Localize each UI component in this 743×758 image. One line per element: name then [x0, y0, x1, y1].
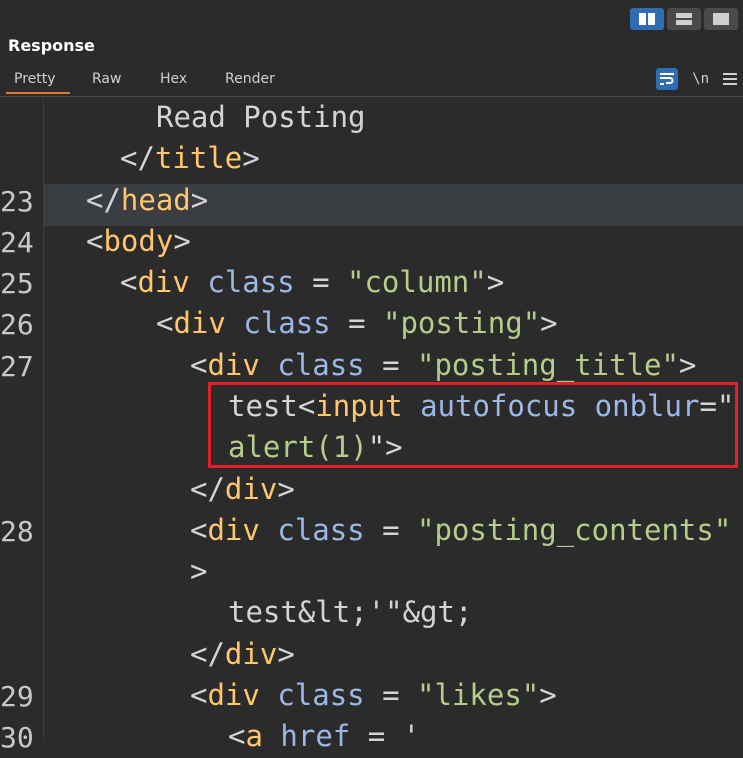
- line-number: 27: [0, 350, 34, 383]
- line-number: 28: [0, 515, 34, 548]
- tab-render[interactable]: Render: [225, 71, 275, 87]
- code-line: </title>: [120, 141, 260, 175]
- show-newlines-toggle[interactable]: \n: [692, 71, 709, 87]
- code-line: >: [190, 554, 208, 588]
- word-wrap-button[interactable]: [656, 68, 679, 90]
- line-number: 25: [0, 267, 34, 300]
- code-line: </div>: [190, 637, 295, 671]
- code-line: <div class = "column">: [120, 265, 505, 299]
- code-line: </div>: [190, 472, 295, 506]
- line-number: 29: [0, 680, 34, 713]
- single-pane-icon: [713, 13, 729, 25]
- tab-raw[interactable]: Raw: [92, 71, 121, 87]
- split-columns-icon: [639, 13, 655, 25]
- menu-icon[interactable]: [723, 73, 737, 85]
- layout-split-vertical-button[interactable]: [667, 8, 701, 30]
- line-number: 23: [0, 185, 34, 218]
- layout-single-button[interactable]: [704, 8, 738, 30]
- tab-pretty[interactable]: Pretty: [6, 71, 69, 94]
- line-number: 30: [0, 721, 34, 754]
- tab-hex[interactable]: Hex: [160, 71, 187, 87]
- editor-tools: \n: [656, 68, 737, 90]
- response-tabs: Pretty Raw Hex Render \n: [0, 66, 743, 97]
- code-line: <a href = ': [228, 719, 421, 753]
- code-line: <div class = "posting_contents": [190, 513, 732, 547]
- code-line: <div class = "likes">: [190, 678, 557, 712]
- top-bar: [0, 0, 743, 38]
- code-line: </head>: [86, 183, 209, 217]
- code-line: <body>: [86, 224, 191, 258]
- line-number: 26: [0, 308, 34, 341]
- layout-toggle: [630, 8, 738, 30]
- code-line: <div class = "posting_title">: [190, 348, 697, 382]
- layout-split-horizontal-button[interactable]: [630, 8, 664, 30]
- xss-payload-highlight: [208, 382, 738, 468]
- response-title: Response: [8, 36, 95, 55]
- code-line: test&lt;'"&gt;: [228, 595, 473, 629]
- line-number: 24: [0, 226, 34, 259]
- code-line: Read Posting: [156, 100, 366, 134]
- code-line: <div class = "posting">: [156, 306, 558, 340]
- split-rows-icon: [676, 13, 692, 25]
- word-wrap-icon: [660, 73, 675, 85]
